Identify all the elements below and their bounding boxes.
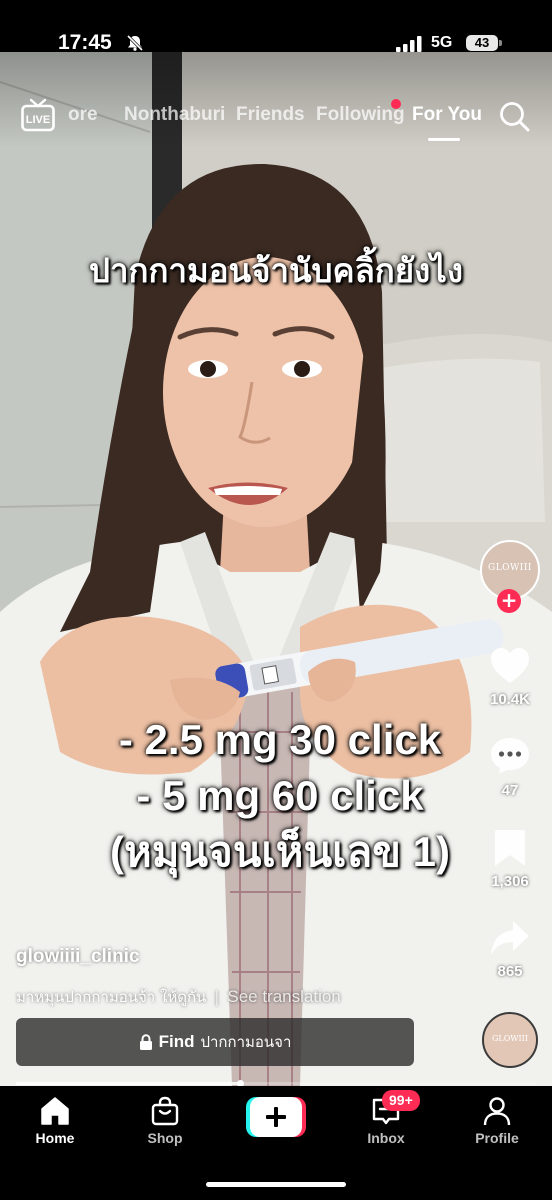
svg-text:LIVE: LIVE: [26, 114, 50, 126]
follow-plus-button[interactable]: +: [497, 589, 521, 613]
video-progress-bar[interactable]: [16, 1080, 536, 1087]
video-player[interactable]: [0, 52, 552, 1086]
tab-nonthaburi[interactable]: Nonthaburi: [124, 104, 225, 126]
find-label: Find: [158, 1032, 195, 1051]
nav-profile[interactable]: Profile: [452, 1086, 542, 1166]
nav-shop[interactable]: Shop: [120, 1086, 210, 1166]
home-icon: [41, 1097, 69, 1125]
video-frame: [0, 52, 552, 1086]
search-icon[interactable]: [498, 100, 530, 132]
share-icon[interactable]: [489, 918, 531, 958]
shopping-bag-icon: [151, 1096, 179, 1126]
following-new-dot: [391, 99, 401, 109]
inbox-badge: 99+: [382, 1090, 420, 1111]
nav-profile-label: Profile: [475, 1130, 519, 1146]
save-count: 1,306: [491, 873, 529, 890]
like-count: 10.4K: [489, 691, 531, 708]
nav-home[interactable]: Home: [10, 1086, 100, 1166]
see-translation-link[interactable]: See translation: [227, 987, 340, 1006]
nav-shop-label: Shop: [147, 1130, 183, 1146]
tab-friends[interactable]: Friends: [236, 104, 305, 126]
nav-inbox-label: Inbox: [367, 1130, 405, 1146]
search-suggestion-bar[interactable]: Find ปากกามอนจา: [16, 1018, 414, 1066]
caption-line: - 5 mg 60 click: [136, 772, 424, 819]
video-description: มาหมุนปากกามอนจ้า ให้ดูกัน | See translati…: [16, 985, 341, 1009]
description-text: มาหมุนปากกามอนจ้า ให้ดูกัน: [16, 988, 207, 1006]
comment-count: 47: [501, 782, 519, 799]
tiktok-screen: 17:45 5G 43 LIVE ore Nonthaburi Friends …: [0, 0, 552, 1200]
caption-line: (หมุนจนเห็นเลข 1): [110, 828, 450, 875]
bell-off-icon: [126, 35, 144, 51]
avatar-logo-text: GLOWIII: [488, 563, 532, 573]
battery-icon: [499, 40, 502, 46]
status-bar: 17:45 5G 43: [0, 0, 552, 54]
status-time: 17:45: [58, 31, 112, 54]
share-count: 865: [497, 963, 523, 980]
heart-icon[interactable]: [489, 646, 531, 686]
find-query: ปากกามอนจา: [200, 1033, 292, 1051]
create-plus-button[interactable]: [246, 1097, 306, 1137]
bookmark-icon[interactable]: [489, 828, 531, 868]
signal-icon: [396, 36, 422, 52]
lock-icon: [139, 1034, 152, 1050]
tab-for-you[interactable]: For You: [412, 104, 482, 126]
live-tv-icon[interactable]: LIVE: [21, 98, 55, 132]
battery-level: 43: [466, 35, 498, 51]
creator-username[interactable]: glowiiii_clinic: [16, 946, 140, 968]
disc-logo-text: GLOWIII: [492, 1034, 528, 1043]
active-tab-indicator: [428, 138, 460, 141]
profile-icon: [483, 1097, 511, 1126]
network-label: 5G: [431, 34, 453, 51]
video-caption-lines: - 2.5 mg 30 click - 5 mg 60 click (หมุนจ…: [0, 712, 552, 880]
top-tab-bar: LIVE ore Nonthaburi Friends Following Fo…: [0, 52, 552, 148]
caption-line: - 2.5 mg 30 click: [118, 716, 442, 763]
home-indicator: [206, 1182, 346, 1187]
video-caption-title: ปากกามอนจ้านับคลิ้กยังไง: [89, 251, 463, 290]
separator: |: [214, 988, 220, 1006]
nav-home-label: Home: [35, 1130, 75, 1146]
comment-icon[interactable]: [489, 736, 531, 776]
progress-fill: [16, 1082, 240, 1085]
tab-explore[interactable]: ore: [68, 104, 98, 126]
music-disc[interactable]: GLOWIII: [482, 1012, 538, 1068]
